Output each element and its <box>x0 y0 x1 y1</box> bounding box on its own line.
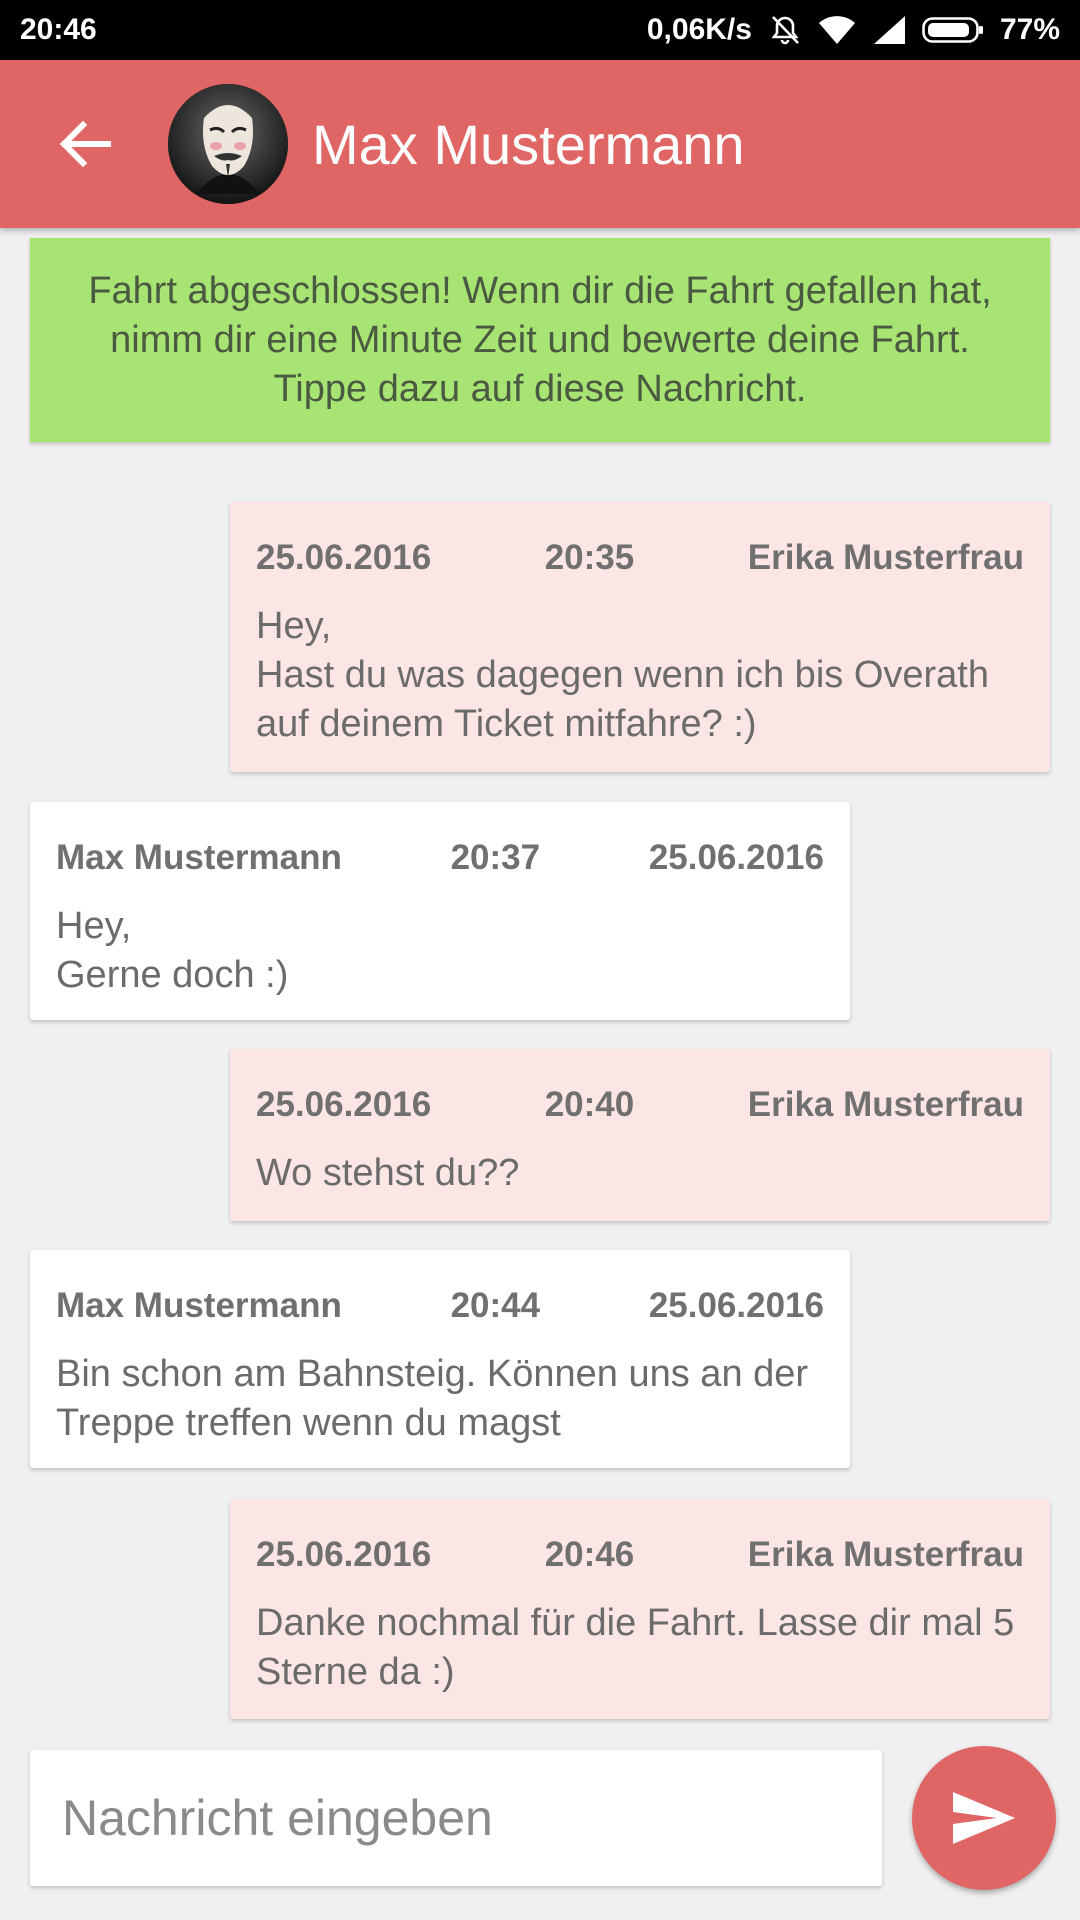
message-text: Hey, Gerne doch :) <box>56 905 289 996</box>
message-sender: Erika Musterfrau <box>747 1085 1024 1124</box>
message-input[interactable] <box>30 1750 882 1886</box>
message-header: Max Mustermann 20:37 25.06.2016 <box>56 828 824 888</box>
message-bubble-outgoing[interactable]: 25.06.2016 20:46 Erika Musterfrau Danke … <box>230 1499 1050 1719</box>
message-sender: Max Mustermann <box>56 838 342 877</box>
message-text: Danke nochmal für die Fahrt. Lasse dir m… <box>256 1602 1015 1693</box>
message-text: Hey, Hast du was dagegen wenn ich bis Ov… <box>256 605 989 745</box>
message-header: 25.06.2016 20:46 Erika Musterfrau <box>256 1525 1024 1585</box>
message-text: Wo stehst du?? <box>256 1152 520 1194</box>
message-time: 20:44 <box>450 1286 541 1325</box>
message-sender: Erika Musterfrau <box>747 538 1024 577</box>
send-button[interactable] <box>912 1746 1056 1890</box>
message-bubble-incoming[interactable]: Max Mustermann 20:37 25.06.2016 Hey, Ger… <box>30 802 850 1020</box>
message-time: 20:40 <box>544 1085 635 1124</box>
message-header: 25.06.2016 20:40 Erika Musterfrau <box>256 1075 1024 1135</box>
contact-avatar[interactable] <box>168 84 288 204</box>
message-sender: Erika Musterfrau <box>747 1535 1024 1574</box>
message-date: 25.06.2016 <box>256 1085 432 1124</box>
message-date: 25.06.2016 <box>256 538 432 577</box>
battery-icon <box>922 15 984 45</box>
message-time: 20:37 <box>450 838 541 877</box>
message-date: 25.06.2016 <box>256 1535 432 1574</box>
message-date: 25.06.2016 <box>648 838 824 877</box>
message-time: 20:46 <box>544 1535 635 1574</box>
status-time: 20:46 <box>20 13 97 46</box>
rating-banner[interactable]: Fahrt abgeschlossen! Wenn dir die Fahrt … <box>30 238 1050 442</box>
network-speed: 0,06K/s <box>646 13 752 46</box>
message-text: Bin schon am Bahnsteig. Können uns an de… <box>56 1353 809 1444</box>
send-icon <box>953 1792 1015 1844</box>
wifi-icon <box>818 15 856 45</box>
back-button[interactable] <box>24 84 144 204</box>
message-date: 25.06.2016 <box>648 1286 824 1325</box>
status-right: 0,06K/s 77% <box>647 13 1060 47</box>
message-time: 20:35 <box>544 538 635 577</box>
mute-vibrate-icon <box>768 13 802 47</box>
message-header: 25.06.2016 20:35 Erika Musterfrau <box>256 528 1024 588</box>
message-sender: Max Mustermann <box>56 1286 342 1325</box>
arrow-back-icon <box>59 120 111 168</box>
signal-icon <box>872 15 906 45</box>
message-header: Max Mustermann 20:44 25.06.2016 <box>56 1276 824 1336</box>
battery-percent: 77% <box>999 13 1060 46</box>
message-bubble-outgoing[interactable]: 25.06.2016 20:40 Erika Musterfrau Wo ste… <box>230 1049 1050 1221</box>
message-bubble-outgoing[interactable]: 25.06.2016 20:35 Erika Musterfrau Hey, H… <box>230 502 1050 772</box>
message-bubble-incoming[interactable]: Max Mustermann 20:44 25.06.2016 Bin scho… <box>30 1250 850 1468</box>
chat-title: Max Mustermann <box>312 112 745 176</box>
rating-banner-text: Fahrt abgeschlossen! Wenn dir die Fahrt … <box>88 269 992 410</box>
status-bar: 20:46 0,06K/s 77% <box>0 0 1080 60</box>
app-bar: Max Mustermann <box>0 60 1080 228</box>
